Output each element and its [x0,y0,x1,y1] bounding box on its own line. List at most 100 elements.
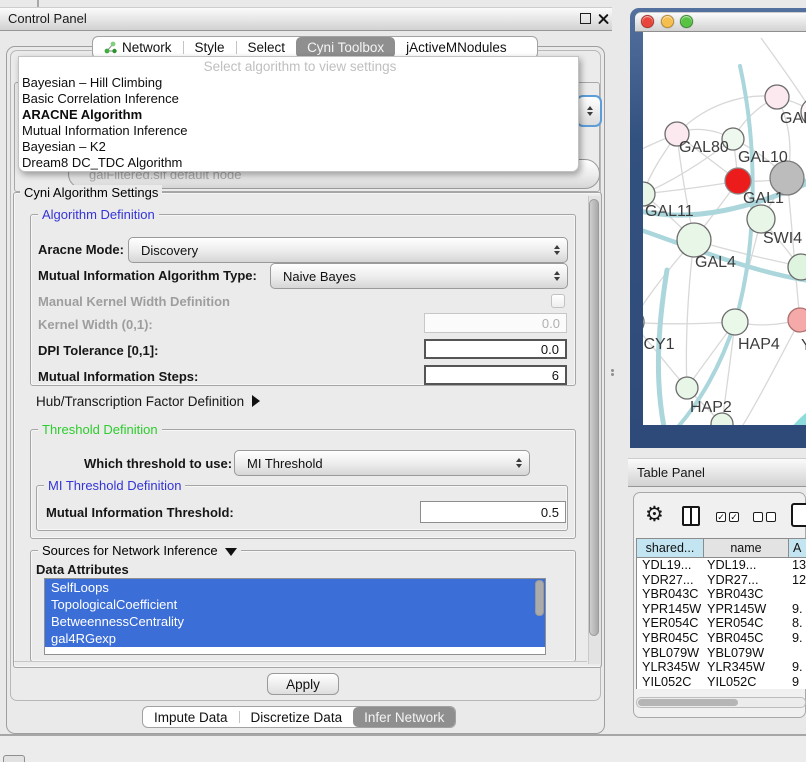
algorithm-definition-title: Algorithm Definition [38,207,159,223]
node-pink-top[interactable] [765,85,789,109]
manual-kernel-checkbox[interactable] [551,294,565,308]
tab-infer-network[interactable]: Infer Network [353,707,455,727]
column-header-partial[interactable]: A [789,539,806,557]
float-window-icon[interactable] [580,13,591,24]
mi-steps-field[interactable]: 6 [424,365,567,385]
manual-kernel-label: Manual Kernel Width Definition [38,293,230,311]
label-gal11: GAL11 [645,203,694,220]
select-all-unchecked-icon[interactable] [753,512,776,522]
network-icon [104,41,117,54]
dpi-tolerance-label: DPI Tolerance [0,1]: [38,342,158,360]
aracne-mode-label: Aracne Mode: [38,241,124,259]
panel-splitter-grip[interactable] [609,368,615,380]
tab-select[interactable]: Select [237,37,297,58]
data-attributes-label: Data Attributes [36,561,129,579]
attribute-item[interactable]: SelfLoops [45,579,545,596]
apply-button[interactable]: Apply [267,673,339,695]
dpi-tolerance-value: 0.0 [541,342,559,357]
partial-button-bottom-left[interactable] [3,755,25,762]
algorithm-combo-spinner[interactable] [576,95,602,127]
node-hap2[interactable] [676,377,698,399]
expand-right-icon[interactable] [252,395,260,407]
tab-style-label: Style [195,40,225,55]
node-hap4[interactable] [722,309,748,335]
tab-jactivemnodules-label: jActiveMNodules [406,40,507,55]
which-threshold-label: Which threshold to use: [84,455,232,473]
attribute-item[interactable]: BetweennessCentrality [45,613,545,630]
tab-network[interactable]: Network [93,37,183,58]
node-gal4[interactable] [677,223,711,257]
settings-scrollbar-thumb[interactable] [589,199,599,636]
network-canvas[interactable]: GAL GAL80 GAL10 GAL1 GAL11 SWI4 GAL4 GCY… [643,32,806,425]
dropdown-item[interactable]: Dream8 DC_TDC Algorithm [19,155,578,171]
table-row[interactable]: YBL079WYBL079W [637,646,806,661]
table-hscrollbar-thumb[interactable] [638,699,738,706]
tab-cyni-toolbox[interactable]: Cyni Toolbox [296,37,395,58]
table-row[interactable]: YIL052CYIL052C9 [637,675,806,689]
sources-title-label: Sources for Network Inference [42,543,218,558]
node-green-gal1[interactable] [747,205,775,233]
table-partial-icon[interactable] [791,503,806,527]
select-all-checked-icon[interactable]: ✓✓ [716,512,739,522]
label-gal-partial: GAL [780,110,806,127]
close-traffic-light[interactable] [641,15,654,28]
threshold-definition-title: Threshold Definition [38,422,162,438]
gear-icon[interactable]: ⚙ [645,504,664,525]
attribute-item[interactable]: TopologicalCoefficient [45,596,545,613]
mi-threshold-group-title: MI Threshold Definition [44,478,185,494]
control-panel-titlebar[interactable] [0,7,612,31]
mi-threshold-field[interactable]: 0.5 [420,501,566,523]
dropdown-item-selected[interactable]: ARACNE Algorithm [19,107,578,123]
table-row[interactable]: YLR345WYLR345W9. [637,660,806,675]
dropdown-item[interactable]: Basic Correlation Inference [19,91,578,107]
tab-impute-data[interactable]: Impute Data [143,707,239,727]
tab-infer-network-label: Infer Network [364,710,444,725]
node-gcy1[interactable] [643,309,644,335]
mi-steps-label: Mutual Information Steps: [38,368,198,386]
minimize-traffic-light[interactable] [661,15,674,28]
label-hap4: HAP4 [738,336,780,353]
dropdown-item[interactable]: Mutual Information Inference [19,123,578,139]
data-attributes-list[interactable]: SelfLoops TopologicalCoefficient Between… [44,578,546,655]
close-icon[interactable] [598,13,609,24]
table-body[interactable]: YDL19...YDL19...13 YDR27...YDR27...12 YB… [636,558,806,689]
column-header-shared-name[interactable]: shared... [637,539,704,557]
sources-group-title[interactable]: Sources for Network Inference [38,543,241,559]
label-gal1: GAL1 [743,190,784,207]
tab-remnant-line [37,0,39,7]
table-row[interactable]: YPR145WYPR145W9. [637,602,806,617]
hub-transcription-label: Hub/Transcription Factor Definition [36,394,244,409]
table-header: shared... name A [636,538,806,558]
zoom-traffic-light[interactable] [680,15,693,28]
dropdown-placeholder: Select algorithm to view settings [19,59,578,75]
tab-style[interactable]: Style [184,37,236,58]
dropdown-item[interactable]: Bayesian – Hill Climbing [19,75,578,91]
hub-transcription-section[interactable]: Hub/Transcription Factor Definition [36,393,260,411]
tab-discretize-data[interactable]: Discretize Data [240,707,354,727]
table-row[interactable]: YER054CYER054C8. [637,616,806,631]
tab-jactivemnodules[interactable]: jActiveMNodules [395,37,518,58]
mi-type-combo[interactable]: Naive Bayes [270,263,568,289]
dropdown-item[interactable]: Bayesian – K2 [19,139,578,155]
table-row[interactable]: YBR045CYBR045C9. [637,631,806,646]
collapse-down-icon[interactable] [225,548,237,556]
dpi-tolerance-field[interactable]: 0.0 [424,339,567,359]
label-gal4: GAL4 [695,254,736,271]
node-salmon-right[interactable] [788,308,806,332]
which-threshold-combo[interactable]: MI Threshold [234,450,530,476]
label-gal80: GAL80 [679,139,729,156]
attribute-item[interactable]: gal4RGexp [45,630,545,647]
aracne-mode-combo[interactable]: Discovery [128,237,568,263]
mi-threshold-value: 0.5 [541,505,559,520]
kernel-width-label: Kernel Width (0,1): [38,316,153,334]
which-threshold-value: MI Threshold [247,456,323,471]
kernel-width-field[interactable]: 0.0 [424,313,567,333]
table-row[interactable]: YDL19...YDL19...13 [637,558,806,573]
column-header-shared-name-label: shared... [646,541,695,555]
mi-steps-value: 6 [552,368,559,383]
table-row[interactable]: YDR27...YDR27...12 [637,573,806,588]
split-columns-icon[interactable] [682,506,700,526]
attributes-scrollbar-thumb[interactable] [535,580,544,616]
table-row[interactable]: YBR043CYBR043C [637,587,806,602]
column-header-name[interactable]: name [704,539,789,557]
